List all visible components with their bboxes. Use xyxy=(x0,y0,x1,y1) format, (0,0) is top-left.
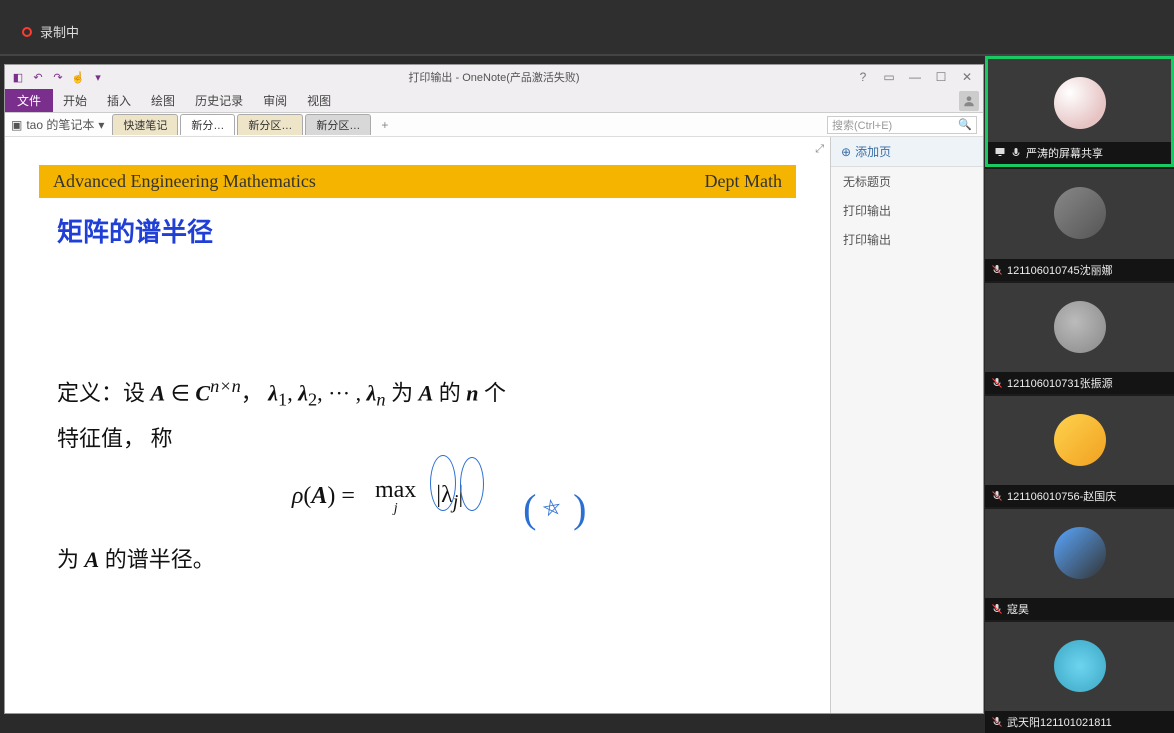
shared-screen: ◧ ↶ ↷ ☝ ▾ 打印输出 - OneNote(产品激活失败) ? ▭ — ☐… xyxy=(0,56,985,733)
participant-name: 武天阳121101021811 xyxy=(1007,714,1112,730)
ribbon-tab[interactable]: 历史记录 xyxy=(185,89,253,112)
window-title-bar: ◧ ↶ ↷ ☝ ▾ 打印输出 - OneNote(产品激活失败) ? ▭ — ☐… xyxy=(5,65,983,89)
section-tab[interactable]: 快速笔记 xyxy=(112,114,178,135)
definition-line-2: 特征值， 称 xyxy=(57,418,778,460)
page-list-item[interactable]: 无标题页 xyxy=(831,167,983,196)
maximize-icon[interactable]: ☐ xyxy=(931,70,951,84)
participant-tile[interactable]: 武天阳121101021811 xyxy=(985,622,1174,733)
onenote-icon: ◧ xyxy=(11,70,25,84)
recording-label: 录制中 xyxy=(40,22,79,41)
redo-icon[interactable]: ↷ xyxy=(51,70,65,84)
ribbon-tab[interactable]: 开始 xyxy=(53,89,97,112)
add-page-button[interactable]: ⊕ 添加页 xyxy=(831,137,983,167)
avatar xyxy=(1054,77,1106,129)
user-avatar-icon xyxy=(959,91,979,111)
avatar xyxy=(1054,640,1106,692)
slide-body: 定义：设 A ∈ Cn×n， λ1, λ2, ··· , λn 为 A 的 n … xyxy=(57,369,778,581)
participants-panel: 严涛的屏幕共享 121106010745沈丽娜 121106010731张振源 121… xyxy=(985,56,1174,733)
account-icon[interactable] xyxy=(955,89,983,112)
notebook-name[interactable]: ▣ tao 的笔记本 ▾ xyxy=(11,116,110,133)
search-input[interactable]: 搜索(Ctrl+E) 🔍 xyxy=(827,116,977,134)
ink-paren-left: ( xyxy=(523,471,536,547)
page-canvas[interactable]: ⤢ Advanced Engineering Mathematics Dept … xyxy=(5,137,831,713)
minimize-icon[interactable]: — xyxy=(905,70,925,84)
slide-header-left: Advanced Engineering Mathematics xyxy=(53,171,316,192)
mic-muted-icon xyxy=(991,603,1003,615)
definition-line-3: 为 A 的谱半径。 xyxy=(57,539,778,581)
ribbon-tab[interactable]: 审阅 xyxy=(253,89,297,112)
formula: ρ(A) = max j |λj| ( xyxy=(57,473,778,521)
participant-tile[interactable]: 121106010756-赵国庆 xyxy=(985,396,1174,507)
avatar xyxy=(1054,414,1106,466)
search-placeholder: 搜索(Ctrl+E) xyxy=(832,117,892,133)
participant-name-bar: 严涛的屏幕共享 xyxy=(988,142,1171,164)
section-tab[interactable]: 新分区… xyxy=(305,114,371,135)
participant-tile[interactable]: 121106010731张振源 xyxy=(985,283,1174,394)
ribbon: 文件 开始 插入 绘图 历史记录 审阅 视图 xyxy=(5,89,983,113)
help-icon[interactable]: ? xyxy=(853,70,873,84)
ink-star-icon: ⛤ xyxy=(540,486,565,530)
onenote-window: ◧ ↶ ↷ ☝ ▾ 打印输出 - OneNote(产品激活失败) ? ▭ — ☐… xyxy=(4,64,984,714)
participant-name: 严涛的屏幕共享 xyxy=(1026,145,1103,161)
add-section-button[interactable]: + xyxy=(373,116,396,134)
section-tab[interactable]: 新分… xyxy=(180,114,235,135)
participant-name-bar: 121106010731张振源 xyxy=(985,372,1174,394)
participant-tile[interactable]: 严涛的屏幕共享 xyxy=(985,56,1174,167)
participant-name-bar: 121106010756-赵国庆 xyxy=(985,485,1174,507)
mic-muted-icon xyxy=(991,716,1003,728)
avatar xyxy=(1054,301,1106,353)
avatar xyxy=(1054,187,1106,239)
participant-name-bar: 121106010745沈丽娜 xyxy=(985,259,1174,281)
ribbon-tab[interactable]: 插入 xyxy=(97,89,141,112)
ink-circle xyxy=(460,457,484,511)
onenote-body: ⤢ Advanced Engineering Mathematics Dept … xyxy=(5,137,983,713)
participant-name-bar: 武天阳121101021811 xyxy=(985,711,1174,733)
close-icon[interactable]: ✕ xyxy=(957,70,977,84)
mic-icon xyxy=(1010,147,1022,159)
participant-name: 121106010756-赵国庆 xyxy=(1007,488,1116,504)
participant-name: 121106010745沈丽娜 xyxy=(1007,262,1113,278)
section-tab-row: ▣ tao 的笔记本 ▾ 快速笔记 新分… 新分区… 新分区… + 搜索(Ctr… xyxy=(5,113,983,137)
mic-muted-icon xyxy=(991,264,1003,276)
participant-tile[interactable]: 121106010745沈丽娜 xyxy=(985,169,1174,280)
mic-muted-icon xyxy=(991,490,1003,502)
window-title: 打印输出 - OneNote(产品激活失败) xyxy=(408,69,579,85)
notebook-icon: ▣ xyxy=(11,118,22,132)
search-icon: 🔍 xyxy=(958,118,972,131)
participant-name: 121106010731张振源 xyxy=(1007,375,1113,391)
ribbon-tab[interactable]: 绘图 xyxy=(141,89,185,112)
qat: ◧ ↶ ↷ ☝ ▾ xyxy=(5,70,105,84)
chevron-down-icon: ▾ xyxy=(98,118,104,132)
page-list-panel: ⊕ 添加页 无标题页 打印输出 打印输出 xyxy=(831,137,983,713)
recording-status: 录制中 xyxy=(22,22,79,41)
undo-icon[interactable]: ↶ xyxy=(31,70,45,84)
screen-share-icon xyxy=(994,146,1006,161)
meeting-top-bar: 录制中 xyxy=(0,0,1174,56)
page-list-item[interactable]: 打印输出 xyxy=(831,196,983,225)
mic-muted-icon xyxy=(991,377,1003,389)
participant-name-bar: 寇昊 xyxy=(985,598,1174,620)
page-list-item[interactable]: 打印输出 xyxy=(831,225,983,254)
avatar xyxy=(1054,527,1106,579)
ink-paren-right: ) xyxy=(573,471,586,547)
record-icon xyxy=(22,27,32,37)
qat-more-icon[interactable]: ▾ xyxy=(91,70,105,84)
definition-line-1: 定义：设 A ∈ Cn×n， λ1, λ2, ··· , λn 为 A 的 n … xyxy=(57,369,778,418)
participant-name: 寇昊 xyxy=(1007,601,1029,617)
touch-icon[interactable]: ☝ xyxy=(71,70,85,84)
plus-icon: ⊕ xyxy=(841,145,851,159)
ribbon-tab[interactable]: 视图 xyxy=(297,89,341,112)
slide-header-right: Dept Math xyxy=(705,171,782,192)
file-tab[interactable]: 文件 xyxy=(5,89,53,112)
slide-header: Advanced Engineering Mathematics Dept Ma… xyxy=(39,165,796,198)
expand-icon[interactable]: ⤢ xyxy=(815,143,824,156)
slide-title: 矩阵的谱半径 xyxy=(57,212,830,249)
participant-tile[interactable]: 寇昊 xyxy=(985,509,1174,620)
ribbon-collapse-icon[interactable]: ▭ xyxy=(879,70,899,84)
section-tab[interactable]: 新分区… xyxy=(237,114,303,135)
